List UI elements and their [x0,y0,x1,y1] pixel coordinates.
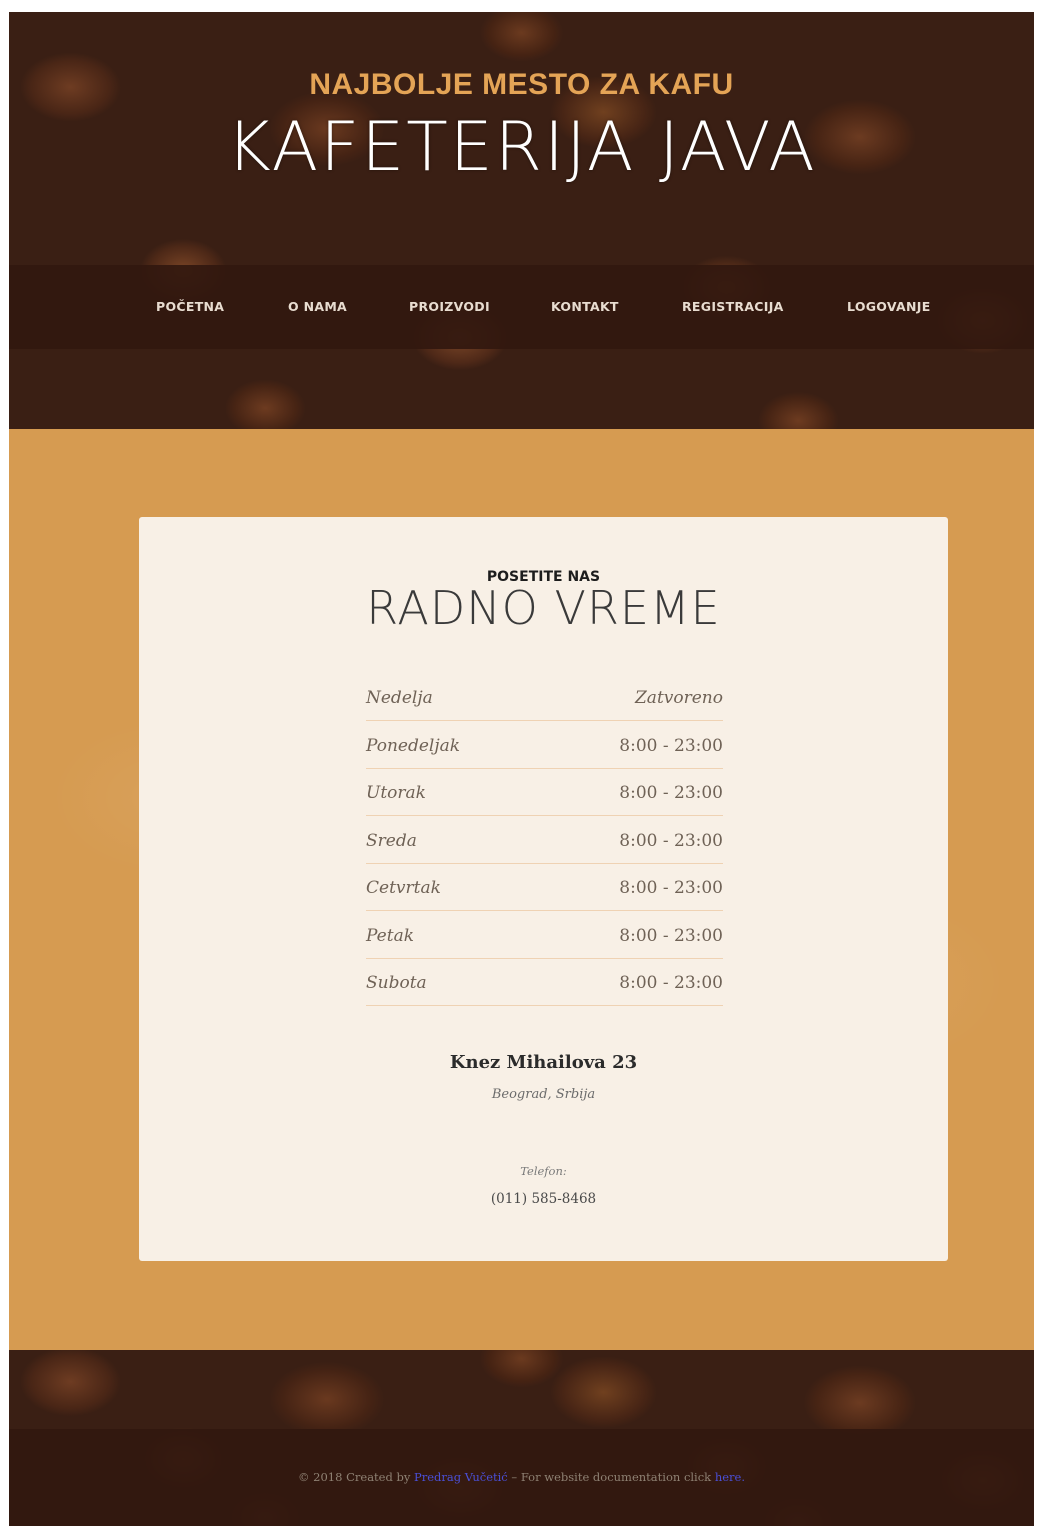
nav-item-o-nama[interactable]: O NAMA [288,299,347,314]
hours-time: Zatvoreno [635,688,723,708]
hours-time: 8:00 - 23:00 [619,783,723,803]
site-tagline: NAJBOLJE MESTO ZA KAFU [309,68,734,101]
hours-time: 8:00 - 23:00 [619,973,723,993]
footer-doc-text: – For website documentation click [507,1470,715,1484]
hours-row: Utorak 8:00 - 23:00 [366,769,723,816]
nav-item-proizvodi[interactable]: PROIZVODI [409,299,490,314]
nav-item-kontakt[interactable]: KONTAKT [551,299,619,314]
hours-row: Nedelja Zatvoreno [366,674,723,721]
hours-time: 8:00 - 23:00 [619,925,723,946]
hours-day: Utorak [366,783,426,803]
footer-author-link[interactable]: Predrag Vučetić [414,1470,508,1484]
hours-row: Ponedeljak 8:00 - 23:00 [366,722,723,769]
nav-item-pocetna[interactable]: POČETNA [156,299,224,314]
phone-number: (011) 585-8468 [490,1191,597,1207]
phone-label: Telefon: [520,1164,567,1178]
hours-day: Petak [366,925,415,946]
hours-row: Cetvrtak 8:00 - 23:00 [366,864,723,911]
site-title: KAFETERIJA JAVA [226,108,817,187]
hours-time: 8:00 - 23:00 [619,830,723,851]
hours-day: Cetvrtak [366,878,441,898]
hours-time: 8:00 - 23:00 [619,878,723,898]
footer-copyright: © 2018 Created by [298,1470,415,1484]
hours-day: Ponedeljak [366,735,461,756]
hours-day: Sreda [366,830,417,851]
hours-row: Sreda 8:00 - 23:00 [366,817,723,864]
opening-hours-card: POSETITE NAS RADNO VREME Nedelja Zatvore… [139,517,948,1261]
footer-text: © 2018 Created by Predrag Vučetić – For … [9,1470,1034,1484]
main-nav: POČETNA O NAMA PROIZVODI KONTAKT REGISTR… [9,265,1034,349]
address-city: Beograd, Srbija [491,1087,596,1102]
hours-list: Nedelja Zatvoreno Ponedeljak 8:00 - 23:0… [366,674,723,1007]
footer: © 2018 Created by Predrag Vučetić – For … [9,1429,1034,1526]
page: NAJBOLJE MESTO ZA KAFU KAFETERIJA JAVA P… [9,12,1034,1526]
address-street: Knez Mihailova 23 [449,1052,638,1073]
nav-item-registracija[interactable]: REGISTRACIJA [682,299,784,314]
nav-item-logovanje[interactable]: LOGOVANJE [847,299,931,314]
hours-row: Petak 8:00 - 23:00 [366,912,723,959]
hours-time: 8:00 - 23:00 [619,735,723,756]
hours-day: Nedelja [366,688,433,708]
hours-row: Subota 8:00 - 23:00 [366,959,723,1006]
footer-doc-link[interactable]: here. [715,1470,745,1484]
card-heading: RADNO VREME [366,581,721,635]
hours-day: Subota [366,973,427,993]
